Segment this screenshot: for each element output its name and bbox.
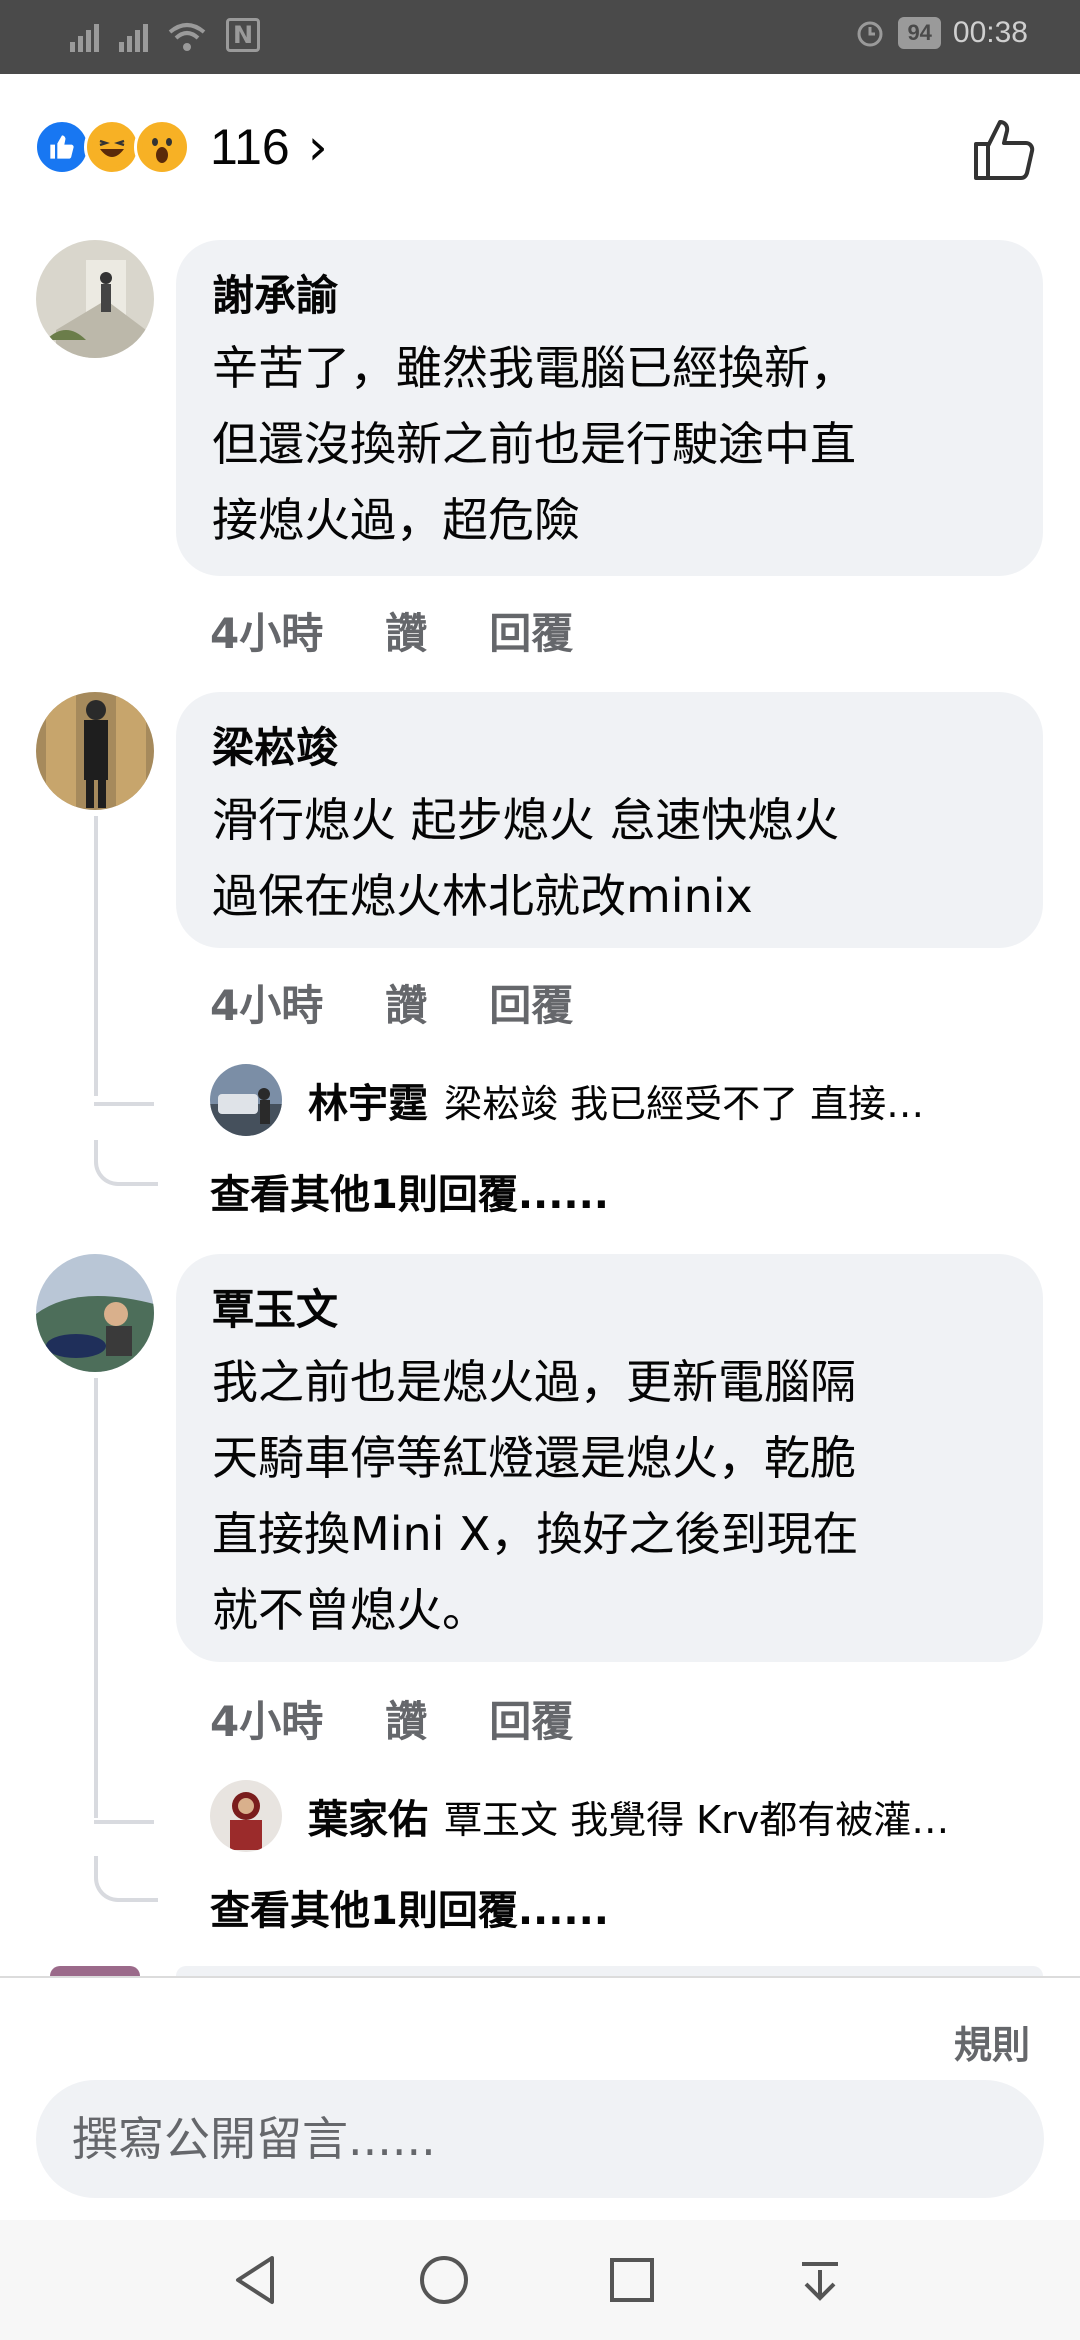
reply-button[interactable]: 回覆 <box>489 1688 573 1749</box>
signal-icon-2 <box>119 20 148 52</box>
comment-composer-panel: 規則 <box>0 1976 1080 2222</box>
reply-preview[interactable]: 林宇霆 梁崧竣 我已經受不了 直接… <box>210 1064 924 1136</box>
signal-icon-1 <box>70 20 99 52</box>
reply-text: 梁崧竣 我已經受不了 直接… <box>444 1081 925 1126</box>
next-comment-bubble-partial <box>176 1966 1043 1976</box>
more-connector <box>94 1856 158 1902</box>
back-icon[interactable] <box>226 2250 286 2310</box>
comment-author[interactable]: 覃玉文 <box>212 1282 1007 1338</box>
wow-reaction-icon <box>134 119 190 175</box>
more-connector <box>94 1140 158 1186</box>
haha-reaction-icon <box>84 119 140 175</box>
alarm-icon <box>857 21 883 47</box>
comment-time: 4小時 <box>210 981 324 1030</box>
rules-link[interactable]: 規則 <box>954 2014 1030 2069</box>
notification-pulldown-icon[interactable] <box>790 2250 850 2310</box>
avatar[interactable] <box>210 1780 282 1852</box>
reply-author[interactable]: 林宇霆 <box>308 1071 428 1129</box>
battery-indicator: 94 <box>898 17 941 49</box>
view-more-replies-link[interactable]: 查看其他1則回覆...... <box>210 1162 609 1220</box>
comment-bubble[interactable]: 覃玉文 我之前也是熄火過，更新電腦隔 天騎車停等紅燈還是熄火，乾脆 直接換Min… <box>176 1254 1043 1662</box>
system-nav-bar <box>0 2220 1080 2340</box>
recents-icon[interactable] <box>602 2250 662 2310</box>
reply-connector <box>94 1778 154 1824</box>
chevron-right-icon: › <box>307 118 328 176</box>
comment-meta: 4小時 讚 回覆 <box>210 972 573 1033</box>
reply-button[interactable]: 回覆 <box>489 600 573 661</box>
comment-meta: 4小時 讚 回覆 <box>210 600 573 661</box>
reaction-count: 116 <box>210 119 290 175</box>
comment-author[interactable]: 梁崧竣 <box>212 720 1007 776</box>
reply-connector <box>94 1060 154 1106</box>
comment-author[interactable]: 謝承諭 <box>212 268 1007 324</box>
comment-text: 辛苦了，雖然我電腦已經換新， 但還沒換新之前也是行駛途中直 接熄火過，超危險 <box>212 341 856 547</box>
like-reaction-icon <box>34 119 90 175</box>
reactions-summary[interactable]: 116 › <box>34 112 328 182</box>
comment-text: 我之前也是熄火過，更新電腦隔 天騎車停等紅燈還是熄火，乾脆 直接換Mini X，… <box>212 1355 859 1637</box>
next-comment-avatar-partial <box>50 1966 140 1976</box>
comment-text: 滑行熄火 起步熄火 怠速快熄火 過保在熄火林北就改minix <box>212 793 840 923</box>
comment-time: 4小時 <box>210 1697 324 1746</box>
like-comment-button[interactable]: 讚 <box>385 1688 427 1749</box>
comment-time: 4小時 <box>210 609 324 658</box>
home-icon[interactable] <box>414 2250 474 2310</box>
avatar[interactable] <box>36 240 154 358</box>
avatar[interactable] <box>210 1064 282 1136</box>
reply-preview[interactable]: 葉家佑 覃玉文 我覺得 Krv都有被灌… <box>210 1780 949 1852</box>
like-comment-button[interactable]: 讚 <box>385 600 427 661</box>
view-more-replies-link[interactable]: 查看其他1則回覆...... <box>210 1878 609 1936</box>
reply-button[interactable]: 回覆 <box>489 972 573 1033</box>
reply-author[interactable]: 葉家佑 <box>308 1787 428 1845</box>
thread-line <box>94 816 98 1096</box>
like-comment-button[interactable]: 讚 <box>385 972 427 1033</box>
comment-input[interactable] <box>36 2080 1044 2198</box>
thread-line <box>94 1378 98 1818</box>
clock: 00:38 <box>952 16 1028 49</box>
comment-bubble[interactable]: 梁崧竣 滑行熄火 起步熄火 怠速快熄火 過保在熄火林北就改minix <box>176 692 1043 948</box>
reply-text: 覃玉文 我覺得 Krv都有被灌… <box>444 1797 950 1842</box>
status-bar: N 94 00:38 <box>0 0 1080 74</box>
comment-meta: 4小時 讚 回覆 <box>210 1688 573 1749</box>
avatar[interactable] <box>36 1254 154 1372</box>
nfc-icon: N <box>226 18 261 52</box>
avatar[interactable] <box>36 692 154 810</box>
wifi-icon <box>168 23 206 51</box>
comment-bubble[interactable]: 謝承諭 辛苦了，雖然我電腦已經換新， 但還沒換新之前也是行駛途中直 接熄火過，超… <box>176 240 1043 576</box>
like-post-button[interactable] <box>968 114 1040 186</box>
